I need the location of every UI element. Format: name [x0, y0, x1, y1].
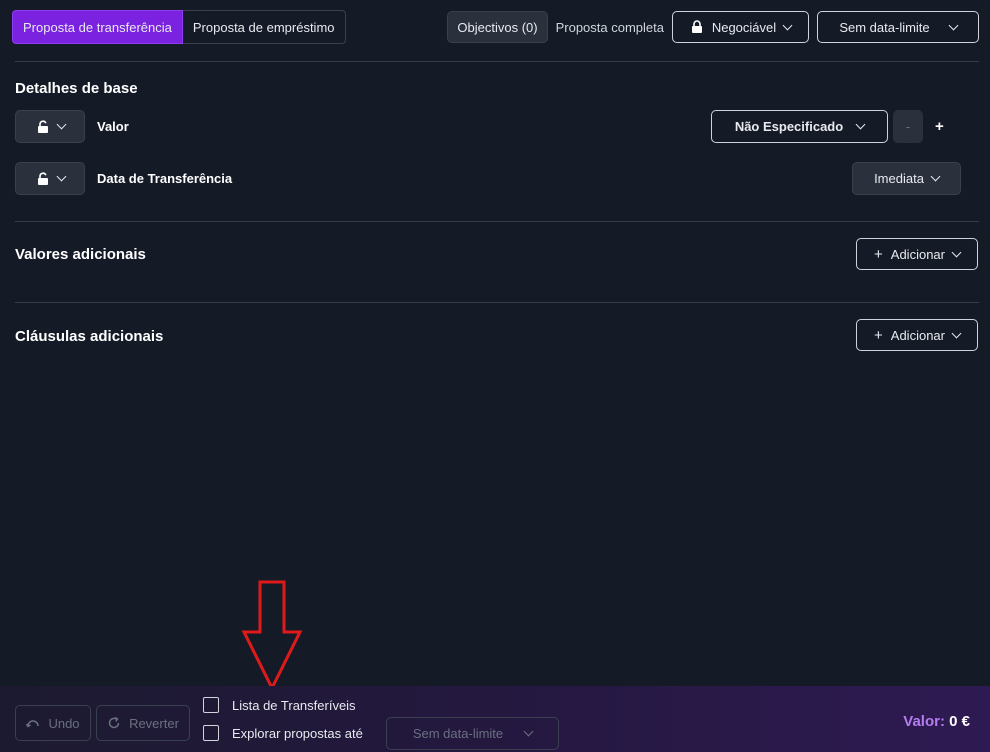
basic-details-title: Detalhes de base: [15, 80, 138, 97]
chevron-down-icon: [56, 119, 66, 130]
tab-transfer-offer[interactable]: Proposta de transferência: [12, 10, 183, 44]
value-select-label: Não Especificado: [734, 119, 844, 134]
negotiable-dropdown[interactable]: Negociável: [672, 11, 809, 43]
annotation-arrow-icon: [241, 580, 303, 692]
revert-button[interactable]: Reverter: [96, 705, 190, 741]
divider: [15, 221, 979, 222]
transfer-list-label: Lista de Transferíveis: [232, 697, 356, 713]
plus-label: +: [935, 118, 944, 135]
complete-offer-label: Proposta completa: [555, 19, 664, 35]
footer-bar: Undo Reverter Lista de Transferíveis Exp…: [0, 686, 990, 752]
total-amount: 0 €: [949, 713, 970, 730]
add-clause-button[interactable]: + Adicionar: [856, 319, 978, 351]
transfer-list-option: Lista de Transferíveis: [203, 697, 356, 713]
date-lock-dropdown[interactable]: [15, 162, 85, 195]
offer-type-tabs: Proposta de transferência Proposta de em…: [12, 10, 346, 44]
explore-deadline-dropdown[interactable]: Sem data-limite: [386, 717, 559, 750]
undo-label: Undo: [48, 715, 80, 731]
deadline-label: Sem data-limite: [839, 19, 930, 35]
add-clause-label: Adicionar: [890, 327, 945, 343]
unlock-icon: [37, 119, 48, 133]
plus-icon: +: [874, 326, 883, 344]
objectives-label: Objectivos (0): [457, 19, 538, 35]
add-value-label: Adicionar: [890, 246, 945, 262]
chevron-down-icon: [523, 726, 534, 737]
additional-values-title: Valores adicionais: [15, 246, 146, 263]
minus-label: -: [905, 119, 911, 134]
transfer-list-checkbox[interactable]: [203, 697, 219, 713]
total-label: Valor:: [903, 713, 945, 730]
revert-icon: [108, 716, 120, 729]
tab-loan-offer[interactable]: Proposta de empréstimo: [182, 10, 346, 44]
additional-clauses-title: Cláusulas adicionais: [15, 328, 164, 345]
deadline-dropdown[interactable]: Sem data-limite: [817, 11, 979, 43]
header-controls: Objectivos (0) Proposta completa Negociá…: [447, 10, 979, 44]
objectives-button[interactable]: Objectivos (0): [447, 11, 548, 43]
undo-button[interactable]: Undo: [15, 705, 91, 741]
chevron-down-icon: [948, 20, 959, 30]
value-label: Valor: [97, 119, 129, 134]
decrease-value-button[interactable]: -: [893, 110, 923, 143]
chevron-down-icon: [930, 171, 941, 182]
transfer-date-select[interactable]: Imediata: [852, 162, 961, 195]
explore-deadline-label: Sem data-limite: [412, 726, 504, 741]
chevron-down-icon: [782, 20, 793, 30]
negotiable-label: Negociável: [711, 19, 777, 35]
transfer-date-select-label: Imediata: [874, 171, 924, 186]
plus-icon: +: [874, 245, 883, 263]
lock-icon: [691, 20, 702, 33]
divider: [15, 61, 979, 62]
value-lock-dropdown[interactable]: [15, 110, 85, 143]
explore-offers-label: Explorar propostas até: [232, 725, 363, 741]
undo-icon: [26, 720, 40, 728]
explore-offers-checkbox[interactable]: [203, 725, 219, 741]
explore-offers-option: Explorar propostas até: [203, 725, 363, 741]
increase-value-button[interactable]: +: [935, 118, 944, 135]
add-value-button[interactable]: + Adicionar: [856, 238, 978, 270]
chevron-down-icon: [56, 171, 66, 182]
chevron-down-icon: [855, 119, 866, 130]
chevron-down-icon: [951, 247, 962, 257]
value-select[interactable]: Não Especificado: [711, 110, 888, 143]
revert-label: Reverter: [129, 715, 179, 731]
unlock-icon: [37, 171, 48, 185]
transfer-date-label: Data de Transferência: [97, 171, 233, 186]
chevron-down-icon: [951, 328, 962, 338]
divider: [15, 302, 979, 303]
total-value: Valor: 0 €: [903, 713, 970, 730]
